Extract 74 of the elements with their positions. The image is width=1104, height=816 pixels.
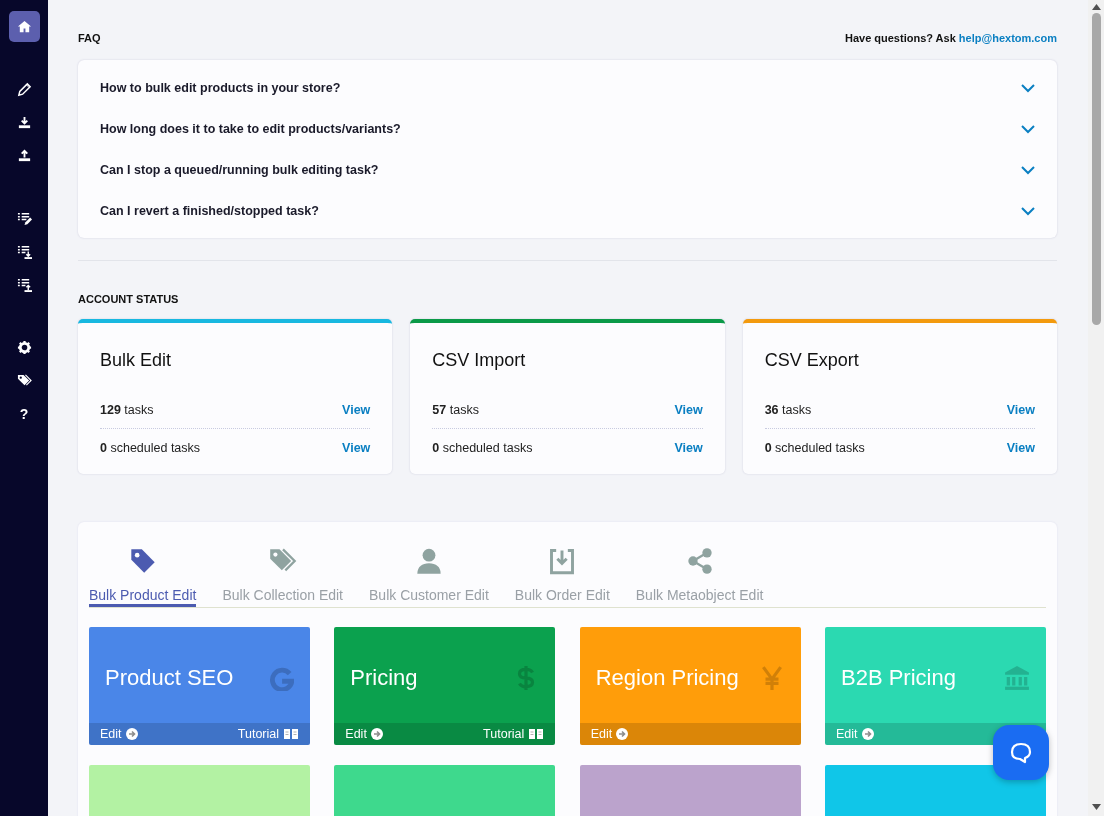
- category-tab[interactable]: Bulk Product Edit: [89, 547, 210, 607]
- task-count: 0 scheduled tasks: [764, 440, 865, 455]
- arrow-circle-icon: [370, 728, 383, 740]
- view-link[interactable]: View: [674, 402, 703, 417]
- download-box-icon: [548, 547, 577, 575]
- task-count: 57 tasks: [432, 402, 479, 417]
- chevron-down-icon: [1021, 123, 1035, 134]
- sidebar-button[interactable]: [8, 11, 40, 42]
- category-tab[interactable]: Bulk Order Edit: [501, 547, 623, 607]
- card-title: CSV Export: [764, 350, 860, 371]
- list-pencil-icon: [16, 211, 32, 226]
- tutorial-link[interactable]: Tutorial: [483, 727, 545, 741]
- edit-link[interactable]: Edit: [100, 727, 138, 741]
- section-title: ACCOUNT STATUS: [78, 293, 180, 305]
- view-link[interactable]: View: [674, 440, 703, 455]
- chevron-down-icon: [1021, 205, 1035, 216]
- sidebar-button[interactable]: ?: [8, 398, 40, 429]
- pencil-icon: [16, 82, 32, 97]
- scroll-down-icon[interactable]: [1091, 804, 1101, 810]
- list-download-icon: [16, 244, 32, 259]
- view-link[interactable]: View: [342, 402, 371, 417]
- bank-icon: [1004, 665, 1030, 691]
- tutorial-link[interactable]: Tutorial: [237, 727, 299, 741]
- scroll-up-icon[interactable]: [1091, 4, 1101, 10]
- arrow-circle-icon: [616, 728, 629, 740]
- contact-text: Have questions? Ask help@hextom.com: [844, 32, 1057, 44]
- edit-link[interactable]: Edit: [836, 727, 874, 741]
- arrow-circle-icon: [861, 728, 874, 740]
- view-link[interactable]: View: [1006, 440, 1035, 455]
- speech-bubble-icon: [1009, 740, 1033, 765]
- chevron-down-icon: [1021, 164, 1035, 175]
- tile-title: B2B Pricing: [841, 665, 956, 691]
- tool-tile[interactable]: Region Pricing Edit: [579, 627, 801, 745]
- card-title: CSV Import: [432, 350, 527, 371]
- category-tab[interactable]: Bulk Collection Edit: [209, 547, 356, 607]
- card-title: Bulk Edit: [100, 350, 173, 371]
- gear-icon: [16, 340, 32, 355]
- task-count: 0 scheduled tasks: [432, 440, 533, 455]
- edit-link[interactable]: Edit: [345, 727, 383, 741]
- category-tab[interactable]: Bulk Customer Edit: [356, 547, 502, 607]
- tile-title: Region Pricing: [595, 665, 739, 691]
- task-count: 0 scheduled tasks: [100, 440, 201, 455]
- category-tab[interactable]: Bulk Metaobject Edit: [622, 547, 777, 607]
- person-icon: [414, 547, 443, 575]
- tag-icon: [128, 547, 157, 575]
- view-link[interactable]: View: [342, 440, 371, 455]
- view-link[interactable]: View: [1006, 402, 1035, 417]
- book-icon: [283, 728, 299, 740]
- upload-icon: [16, 148, 32, 163]
- task-count: 36 tasks: [764, 402, 812, 417]
- tool-tile[interactable]: Pricing Edit Tutorial: [334, 627, 556, 745]
- letter-g-icon: [268, 665, 294, 691]
- faq-question[interactable]: How to bulk edit products in your store?: [100, 67, 1035, 108]
- faq-question[interactable]: Can I revert a finished/stopped task?: [100, 190, 1035, 231]
- tags-icon: [16, 373, 32, 388]
- section-title: FAQ: [78, 32, 101, 44]
- chevron-down-icon: [1021, 82, 1035, 93]
- task-count: 129 tasks: [100, 402, 154, 417]
- arrow-circle-icon: [125, 728, 138, 740]
- list-upload-icon: [16, 277, 32, 292]
- share-icon: [685, 547, 714, 575]
- faq-question[interactable]: How long does it to take to edit products/variants?: [100, 108, 1035, 149]
- scrollbar-thumb[interactable]: [1091, 13, 1101, 325]
- chat-button[interactable]: [993, 725, 1049, 780]
- edit-link[interactable]: Edit: [590, 727, 629, 741]
- tool-tile[interactable]: B2B Pricing Edit: [825, 627, 1046, 745]
- tile-title: Pricing: [350, 665, 418, 691]
- download-icon: [16, 115, 32, 130]
- faq-question[interactable]: Can I stop a queued/running bulk editing task?: [100, 149, 1035, 190]
- tool-tile[interactable]: Product SEO Edit Tutorial: [89, 627, 310, 745]
- email-link[interactable]: help@hextom.com: [958, 32, 1057, 44]
- home-icon: [16, 19, 32, 34]
- book-icon: [528, 728, 545, 740]
- tile-title: Product SEO: [105, 665, 234, 691]
